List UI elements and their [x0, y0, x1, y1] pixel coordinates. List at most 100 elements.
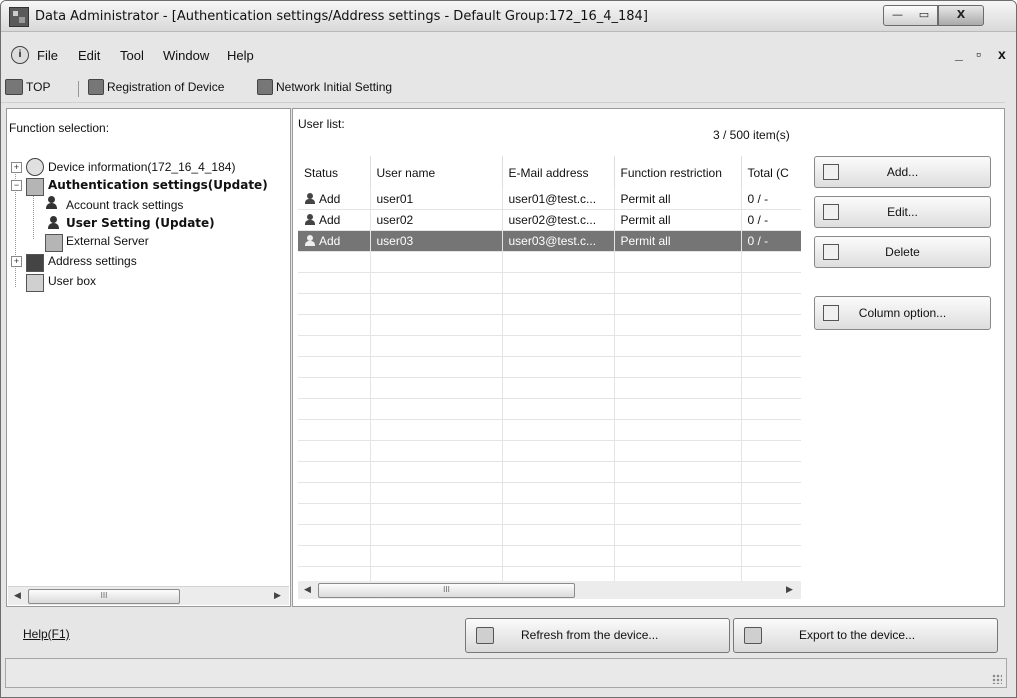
table-row[interactable]: Add user02 user02@test.c... Permit all 0…: [298, 209, 801, 231]
user-icon: [304, 214, 315, 226]
tree-item-user-setting[interactable]: User Setting (Update): [11, 215, 281, 233]
empty-row: [298, 398, 801, 420]
mdi-close-button[interactable]: x: [998, 46, 1006, 62]
status-text: Add: [319, 192, 341, 206]
edit-button[interactable]: Edit...: [814, 196, 991, 228]
tree-item-account-track[interactable]: Account track settings: [11, 195, 281, 215]
empty-row: [298, 293, 801, 315]
edit-label: Edit...: [887, 205, 918, 219]
minimize-button[interactable]: —: [883, 5, 912, 26]
function-tree: + Device information(172_16_4_184) − Aut…: [11, 157, 281, 293]
empty-row: [298, 251, 801, 273]
scroll-left-icon[interactable]: ◀: [304, 584, 311, 595]
tree-item-external-server[interactable]: External Server: [11, 233, 281, 253]
network-setting-button[interactable]: Network Initial Setting: [257, 79, 392, 95]
menu-file[interactable]: File: [37, 48, 58, 63]
menu-window[interactable]: Window: [163, 48, 209, 63]
email-cell: user03@test.c...: [502, 230, 615, 252]
tree-item-address-settings[interactable]: + Address settings: [11, 253, 281, 273]
printer-icon: [5, 79, 23, 95]
delete-label: Delete: [885, 245, 920, 259]
window-title: Data Administrator - [Authentication set…: [35, 9, 648, 24]
authentication-icon: [26, 178, 44, 196]
scroll-right-icon[interactable]: ▶: [786, 584, 793, 595]
app-icon: [9, 7, 29, 27]
column-header-email[interactable]: E-Mail address: [502, 156, 615, 189]
table-row-selected[interactable]: Add user03 user03@test.c... Permit all 0…: [298, 230, 801, 252]
column-header-user-name[interactable]: User name: [370, 156, 503, 189]
function-cell: Permit all: [614, 230, 742, 252]
tree-item-device-information[interactable]: + Device information(172_16_4_184): [11, 157, 281, 177]
user-icon: [304, 235, 315, 247]
empty-row: [298, 566, 801, 581]
tree-label: External Server: [66, 234, 149, 248]
add-label: Add...: [886, 165, 919, 179]
table-row[interactable]: Add user01 user01@test.c... Permit all 0…: [298, 189, 801, 210]
add-button[interactable]: Add...: [814, 156, 991, 188]
toolbar-separator: [78, 81, 79, 97]
status-cell: Add: [298, 189, 371, 210]
empty-row: [298, 524, 801, 546]
menu-tool[interactable]: Tool: [120, 48, 144, 63]
user-name-cell: user01: [370, 189, 503, 210]
scroll-right-icon[interactable]: ▶: [274, 590, 281, 601]
column-header-status[interactable]: Status: [298, 156, 371, 189]
address-book-icon: [26, 254, 44, 272]
network-label: Network Initial Setting: [276, 80, 393, 94]
document-menu-icon[interactable]: i: [11, 46, 29, 64]
grid-horizontal-scrollbar[interactable]: ◀ III ▶: [298, 581, 801, 599]
function-selection-label: Function selection:: [9, 121, 110, 135]
tree-item-authentication-settings[interactable]: − Authentication settings(Update): [11, 177, 281, 196]
export-to-device-button[interactable]: Export to the device...: [733, 618, 998, 653]
refresh-from-device-button[interactable]: Refresh from the device...: [465, 618, 730, 653]
item-count: 3 / 500 item(s): [713, 128, 790, 142]
maximize-button[interactable]: ▭: [911, 5, 938, 26]
user-name-cell: user03: [370, 230, 503, 252]
delete-button[interactable]: Delete: [814, 236, 991, 268]
column-header-total[interactable]: Total (C: [741, 156, 801, 189]
app-window: Data Administrator - [Authentication set…: [0, 0, 1017, 698]
tree-horizontal-scrollbar[interactable]: ◀ III ▶: [8, 586, 289, 605]
scroll-left-icon[interactable]: ◀: [14, 590, 21, 601]
add-device-icon: [88, 79, 104, 95]
empty-row: [298, 545, 801, 567]
user-list-grid[interactable]: Status User name E-Mail address Function…: [298, 156, 801, 581]
top-button[interactable]: TOP: [5, 79, 50, 95]
registration-label: Registration of Device: [107, 80, 225, 94]
tree-item-user-box[interactable]: User box: [11, 273, 281, 293]
tree-label: User Setting (Update): [66, 216, 215, 230]
column-option-button[interactable]: Column option...: [814, 296, 991, 330]
user-icon: [47, 216, 59, 230]
expand-icon[interactable]: +: [11, 162, 22, 173]
close-button[interactable]: X: [938, 5, 984, 26]
empty-row: [298, 356, 801, 378]
user-list-pane: User list: 3 / 500 item(s) Status User n…: [292, 108, 1005, 607]
server-icon: [45, 234, 63, 252]
expand-icon[interactable]: +: [11, 256, 22, 267]
user-icon: [304, 193, 315, 205]
title-bar[interactable]: Data Administrator - [Authentication set…: [1, 1, 1016, 32]
status-text: Add: [319, 213, 341, 227]
help-link[interactable]: Help(F1): [23, 627, 70, 641]
export-label: Export to the device...: [799, 628, 916, 642]
tree-label: User box: [48, 274, 97, 288]
menu-edit[interactable]: Edit: [78, 48, 100, 63]
column-header-function-restriction[interactable]: Function restriction: [614, 156, 742, 189]
scroll-thumb[interactable]: III: [28, 589, 180, 604]
menu-bar: i File Edit Tool Window Help _ ▫ x: [1, 45, 1016, 67]
mdi-restore-button[interactable]: ▫: [976, 46, 981, 62]
tree-label: Account track settings: [66, 198, 184, 212]
device-info-icon: [26, 158, 44, 176]
refresh-label: Refresh from the device...: [521, 628, 659, 642]
tree-label: Address settings: [48, 254, 137, 268]
registration-button[interactable]: Registration of Device: [88, 79, 224, 95]
user-list-label: User list:: [298, 117, 345, 131]
collapse-icon[interactable]: −: [11, 180, 22, 191]
resize-grip-icon[interactable]: [992, 674, 1002, 684]
scroll-thumb[interactable]: III: [318, 583, 575, 598]
mdi-minimize-button[interactable]: _: [955, 46, 963, 62]
menu-help[interactable]: Help: [227, 48, 254, 63]
empty-row: [298, 314, 801, 336]
total-cell: 0 / -: [741, 209, 801, 231]
toolbar: TOP Registration of Device Network Initi…: [1, 75, 1005, 103]
